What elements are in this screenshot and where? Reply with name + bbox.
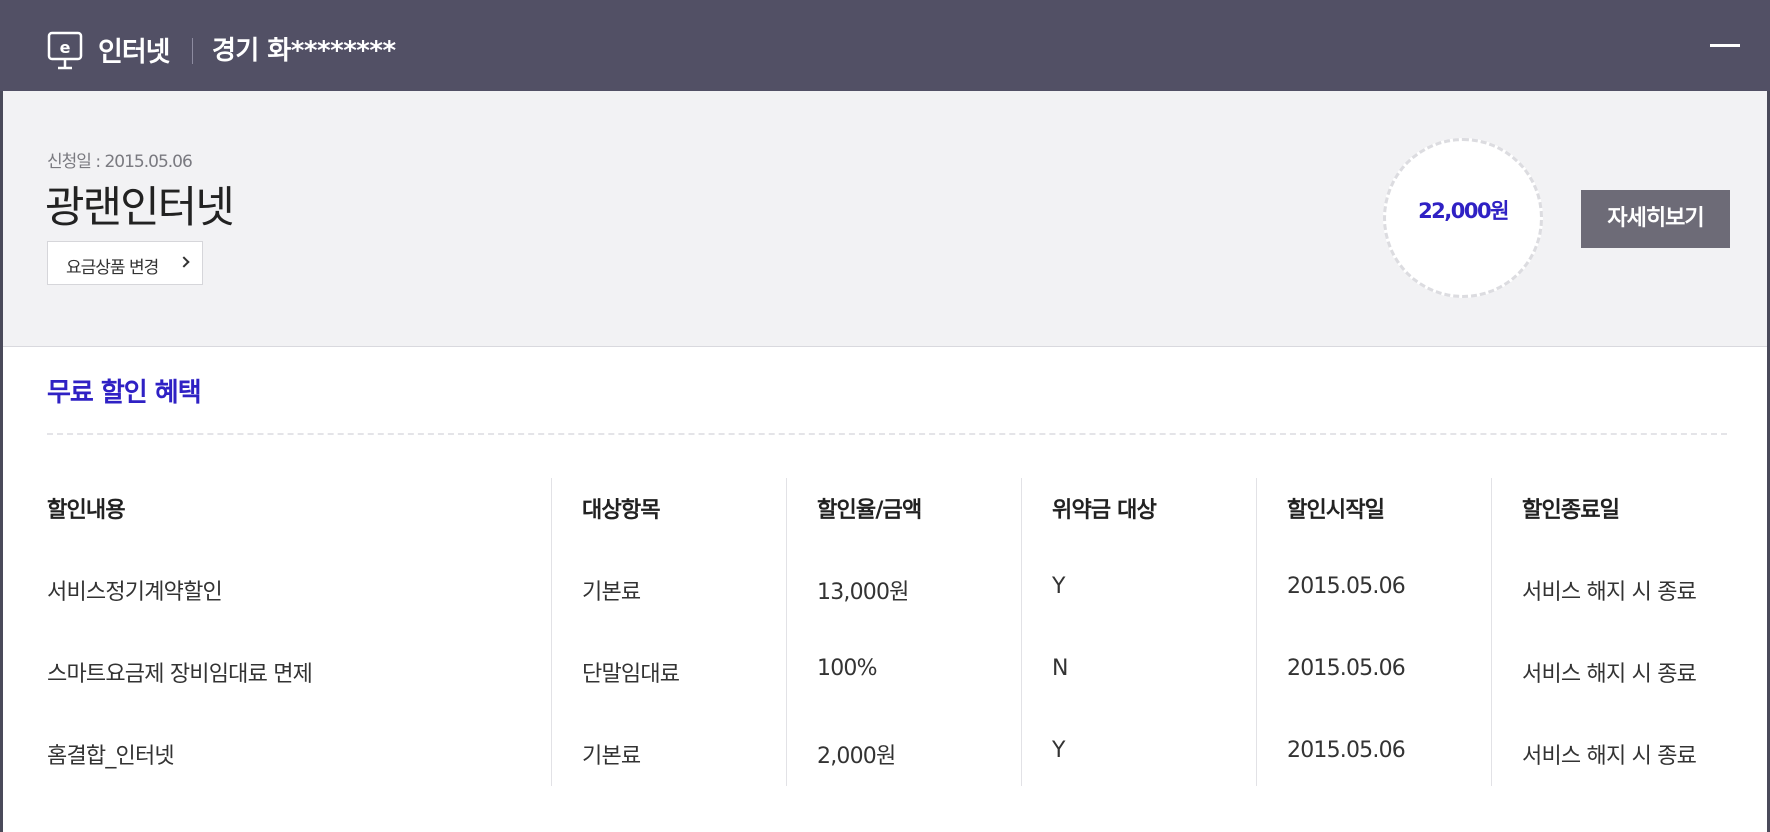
table-cell: Y [1052,738,1065,763]
table-cell: 서비스 해지 시 종료 [1522,662,1697,687]
plan-summary: 신청일 : 2015.05.06 광랜인터넷 요금상품 변경 22,000원 자… [3,91,1767,347]
column-header: 할인율/금액 [817,498,922,523]
table-cell: N [1052,656,1068,681]
table-column: 할인율/금액 13,000원 100% 2,000원 [786,478,1021,786]
column-header: 할인내용 [47,498,126,523]
monitor-e-icon: e [47,31,83,70]
column-header: 할인종료일 [1522,498,1620,523]
table-cell: 기본료 [582,744,641,769]
table-cell: 스마트요금제 장비임대료 면제 [47,662,313,687]
table-column: 대상항목 기본료 단말임대료 기본료 [551,478,786,786]
column-header: 할인시작일 [1287,498,1385,523]
table-cell: 13,000원 [817,580,909,605]
svg-text:e: e [60,38,71,57]
change-plan-label: 요금상품 변경 [66,258,159,278]
minus-icon[interactable] [1710,44,1740,47]
table-column: 할인종료일 서비스 해지 시 종료 서비스 해지 시 종료 서비스 해지 시 종… [1491,478,1727,786]
table-cell: 단말임대료 [582,662,680,687]
apply-date: 신청일 : 2015.05.06 [47,152,193,172]
header-bar: e 인터넷 경기 화******** [0,0,1770,91]
dashed-divider [47,433,1727,435]
change-plan-button[interactable]: 요금상품 변경 [47,241,203,285]
column-header: 대상항목 [582,498,661,523]
section-title: 무료 할인 혜택 [47,378,202,408]
page-title: 인터넷 [98,37,171,68]
table-cell: 100% [817,656,877,681]
plan-name: 광랜인터넷 [45,183,235,233]
table-column: 위약금 대상 Y N Y [1021,478,1256,786]
table-column: 할인내용 서비스정기계약할인 스마트요금제 장비임대료 면제 홈결합_인터넷 [47,478,521,786]
monthly-price: 22,000원 [1418,199,1509,223]
table-cell: 2015.05.06 [1287,656,1406,681]
table-cell: 홈결합_인터넷 [47,744,175,769]
table-cell: 서비스정기계약할인 [47,580,223,605]
table-cell: 2,000원 [817,744,896,769]
table-cell: 기본료 [582,580,641,605]
account-label: 경기 화******** [212,36,396,66]
table-cell: Y [1052,574,1065,599]
table-cell: 2015.05.06 [1287,574,1406,599]
column-header: 위약금 대상 [1052,498,1157,523]
table-cell: 서비스 해지 시 종료 [1522,580,1697,605]
table-cell: 2015.05.06 [1287,738,1406,763]
table-column: 할인시작일 2015.05.06 2015.05.06 2015.05.06 [1256,478,1491,786]
detail-button[interactable]: 자세히보기 [1581,190,1730,248]
divider [192,38,193,64]
chevron-right-icon [178,256,190,268]
table-cell: 서비스 해지 시 종료 [1522,744,1697,769]
